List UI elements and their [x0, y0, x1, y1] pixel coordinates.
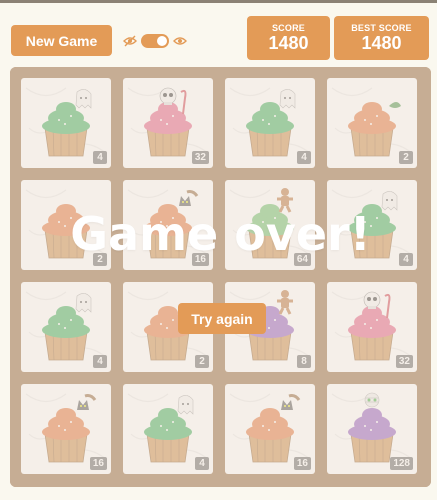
toggle-knob: [157, 36, 167, 46]
best-score-box: BEST SCORE 1480: [334, 16, 429, 60]
eye-off-icon: [123, 34, 137, 48]
top-border: [0, 0, 437, 3]
score-value: 1480: [268, 33, 309, 53]
hint-toggle[interactable]: [123, 32, 187, 50]
new-game-button[interactable]: New Game: [11, 25, 112, 56]
game-over-overlay: Game over! Try again: [10, 67, 431, 487]
best-score-label: BEST SCORE: [351, 23, 412, 33]
try-again-button[interactable]: Try again: [178, 303, 266, 334]
score-box: SCORE 1480: [247, 16, 330, 60]
best-score-value: 1480: [361, 33, 402, 53]
score-label: SCORE: [271, 23, 305, 33]
toggle-switch[interactable]: [141, 34, 169, 48]
game-over-message: Game over!: [70, 207, 371, 261]
eye-icon: [173, 34, 187, 48]
